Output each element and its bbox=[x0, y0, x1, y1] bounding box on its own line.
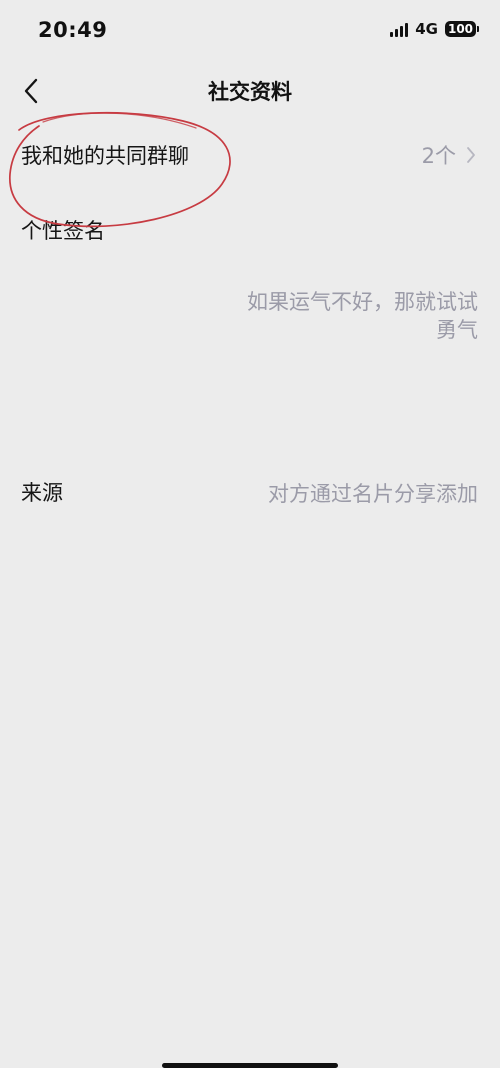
common-groups-value-wrap: 2个 bbox=[422, 140, 476, 170]
source-row: 来源 对方通过名片分享添加 bbox=[0, 290, 500, 506]
signal-icon bbox=[390, 21, 409, 37]
network-type: 4G bbox=[415, 20, 438, 38]
social-info-list: 我和她的共同群聊 2个 个性签名 如果运气不好，那就试试勇气 来源 对方通过名片… bbox=[0, 120, 500, 506]
status-bar: 20:49 4G 100 bbox=[0, 0, 500, 64]
common-groups-count: 2个 bbox=[421, 144, 456, 168]
common-groups-row[interactable]: 我和她的共同群聊 2个 bbox=[0, 120, 500, 190]
navigation-bar: 社交资料 bbox=[0, 64, 500, 120]
status-time: 20:49 bbox=[38, 18, 108, 42]
home-indicator bbox=[162, 1063, 338, 1068]
signature-row: 个性签名 如果运气不好，那就试试勇气 bbox=[0, 190, 500, 342]
common-groups-label: 我和她的共同群聊 bbox=[21, 144, 189, 168]
signature-label: 个性签名 bbox=[21, 219, 105, 243]
source-label: 来源 bbox=[21, 481, 63, 505]
page-title: 社交资料 bbox=[208, 80, 292, 104]
battery-icon: 100 bbox=[445, 21, 479, 37]
source-value: 对方通过名片分享添加 bbox=[268, 482, 478, 506]
chevron-right-icon bbox=[467, 147, 475, 163]
status-icons: 4G 100 bbox=[390, 20, 479, 38]
